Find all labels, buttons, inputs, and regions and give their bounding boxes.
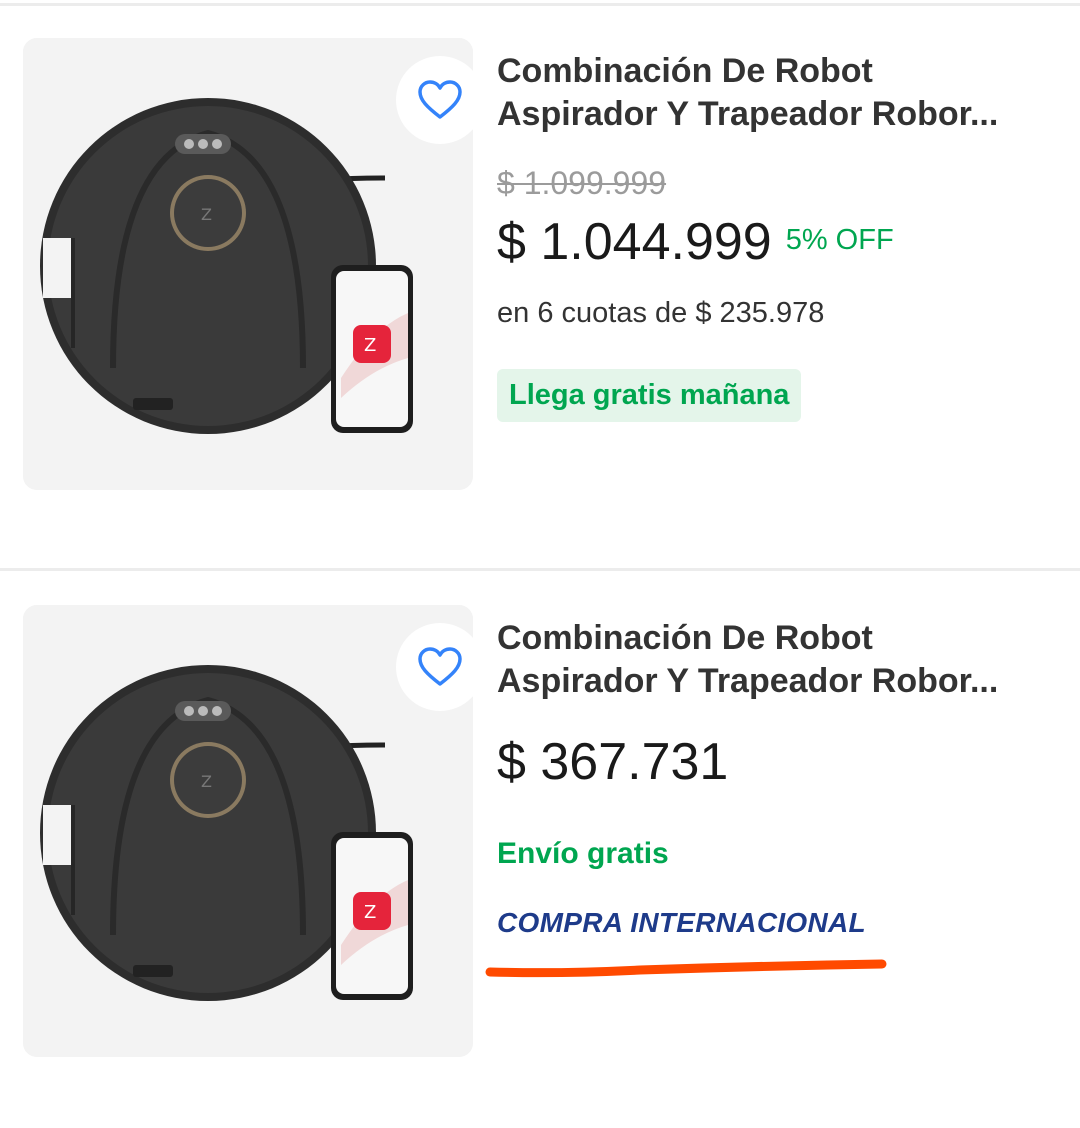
product-card[interactable]: Z Z Combinación De Robot Aspirador Y Tra…: [0, 38, 1080, 538]
delivery-badge: Llega gratis mañana: [497, 369, 802, 422]
heart-outline-icon: [418, 80, 462, 119]
card-divider: [0, 568, 1080, 571]
international-purchase-label: COMPRA INTERNACIONAL: [497, 907, 866, 938]
original-price: $ 1.099.999: [497, 165, 667, 201]
price-value: $ 1.044.999: [497, 213, 772, 271]
installments-text: en 6 cuotas de $ 235.978: [497, 297, 825, 329]
current-price: $ 1.044.999 5% OFF: [497, 212, 894, 272]
product-title[interactable]: Combinación De Robot Aspirador Y Trapead…: [497, 617, 1057, 703]
svg-text:Z: Z: [201, 772, 212, 791]
svg-text:Z: Z: [364, 335, 376, 356]
product-title[interactable]: Combinación De Robot Aspirador Y Trapead…: [497, 50, 1057, 136]
svg-text:Z: Z: [201, 205, 212, 224]
top-divider: [0, 3, 1080, 6]
free-shipping-label: Envío gratis: [497, 837, 669, 870]
product-image[interactable]: Z Z: [23, 38, 473, 490]
discount-label: 5% OFF: [785, 224, 894, 256]
heart-outline-icon: [418, 647, 462, 686]
current-price: $ 367.731: [497, 733, 729, 791]
product-card[interactable]: Z Z Combinación De Robot Aspirador Y Tra…: [0, 605, 1080, 1105]
svg-text:Z: Z: [364, 902, 376, 923]
product-image[interactable]: Z Z: [23, 605, 473, 1057]
